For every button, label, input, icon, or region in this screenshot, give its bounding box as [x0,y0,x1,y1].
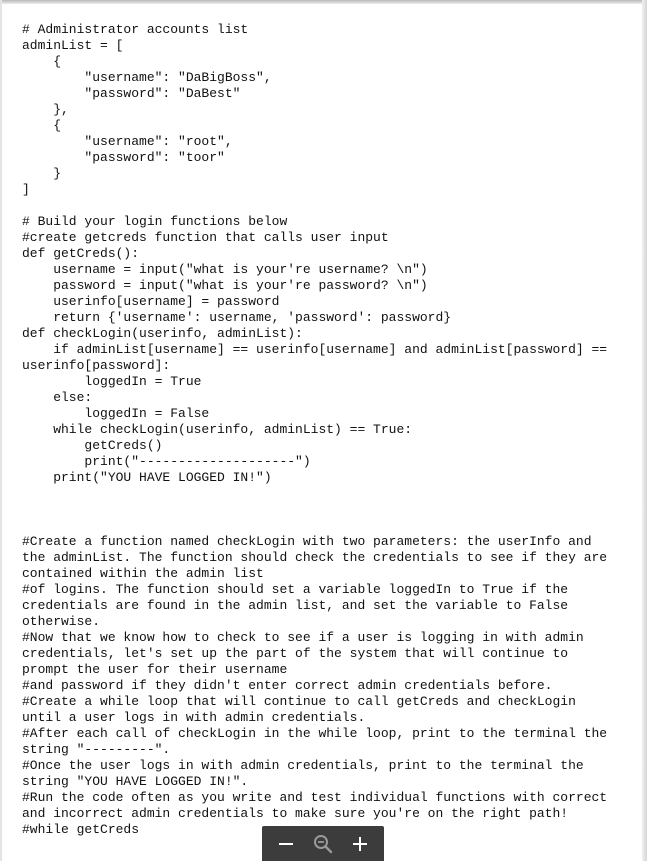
code-line: string "---------". [22,742,171,757]
code-line: "username": "root", [22,134,233,149]
code-line: loggedIn = False [22,406,210,421]
code-line: "username": "DaBigBoss", [22,70,272,85]
code-line: #and password if they didn't enter corre… [22,678,553,693]
code-line: the adminList. The function should check… [22,550,608,565]
code-line: # Build your login functions below [22,214,288,229]
code-line: #Run the code often as you write and tes… [22,790,608,805]
code-line: "password": "toor" [22,150,225,165]
code-line: return {'username': username, 'password'… [22,310,452,325]
code-line: userinfo[username] = password [22,294,280,309]
code-line: def checkLogin(userinfo, adminList): [22,326,303,341]
code-line: #Once the user logs in with admin creden… [22,758,584,773]
code-line: username = input("what is your're userna… [22,262,428,277]
code-line: string "YOU HAVE LOGGED IN!". [22,774,249,789]
minus-icon [279,842,294,845]
code-line: "password": "DaBest" [22,86,241,101]
code-line: loggedIn = True [22,374,202,389]
code-line: def getCreds(): [22,246,140,261]
code-line: prompt the user for their username [22,662,288,677]
code-line: else: [22,390,93,405]
zoom-toolbar [262,826,384,861]
code-line: #Create a while loop that will continue … [22,694,576,709]
document-page: # Administrator accounts list adminList =… [22,22,637,861]
zoom-out-button[interactable] [271,830,301,858]
code-line: ] [22,182,30,197]
code-line: userinfo[password]: [22,358,171,373]
code-line: { [22,118,62,133]
code-line: } [22,166,62,181]
code-line: { [22,54,62,69]
code-line: until a user logs in with admin credenti… [22,710,366,725]
code-line: if adminList[username] == userinfo[usern… [22,342,608,357]
document-viewer[interactable]: # Administrator accounts list adminList =… [0,0,647,861]
code-line: adminList = [ [22,38,124,53]
code-line: #After each call of checkLogin in the wh… [22,726,608,741]
code-line: credentials are found in the admin list,… [22,598,569,613]
zoom-reset-button[interactable] [308,830,338,858]
code-line: password = input("what is your're passwo… [22,278,428,293]
code-line: and incorrect admin credentials to make … [22,806,569,821]
code-line: while checkLogin(userinfo, adminList) ==… [22,422,413,437]
code-line: # Administrator accounts list [22,22,249,37]
code-line: credentials, let's set up the part of th… [22,646,569,661]
left-edge [0,0,2,861]
code-line: contained within the admin list [22,566,264,581]
code-line: #create getcreds function that calls use… [22,230,389,245]
code-line: print("--------------------") [22,454,311,469]
code-line: print("YOU HAVE LOGGED IN!") [22,470,272,485]
zoom-in-button[interactable] [345,830,375,858]
code-line: }, [22,102,69,117]
plus-icon [352,836,367,851]
code-line: #Now that we know how to check to see if… [22,630,584,645]
code-line: otherwise. [22,614,101,629]
top-shadow [0,0,647,4]
code-line: getCreds() [22,438,163,453]
code-line: #of logins. The function should set a va… [22,582,569,597]
right-edge [642,0,647,861]
magnifier-minus-icon [313,834,333,853]
code-line: #Create a function named checkLogin with… [22,534,592,549]
